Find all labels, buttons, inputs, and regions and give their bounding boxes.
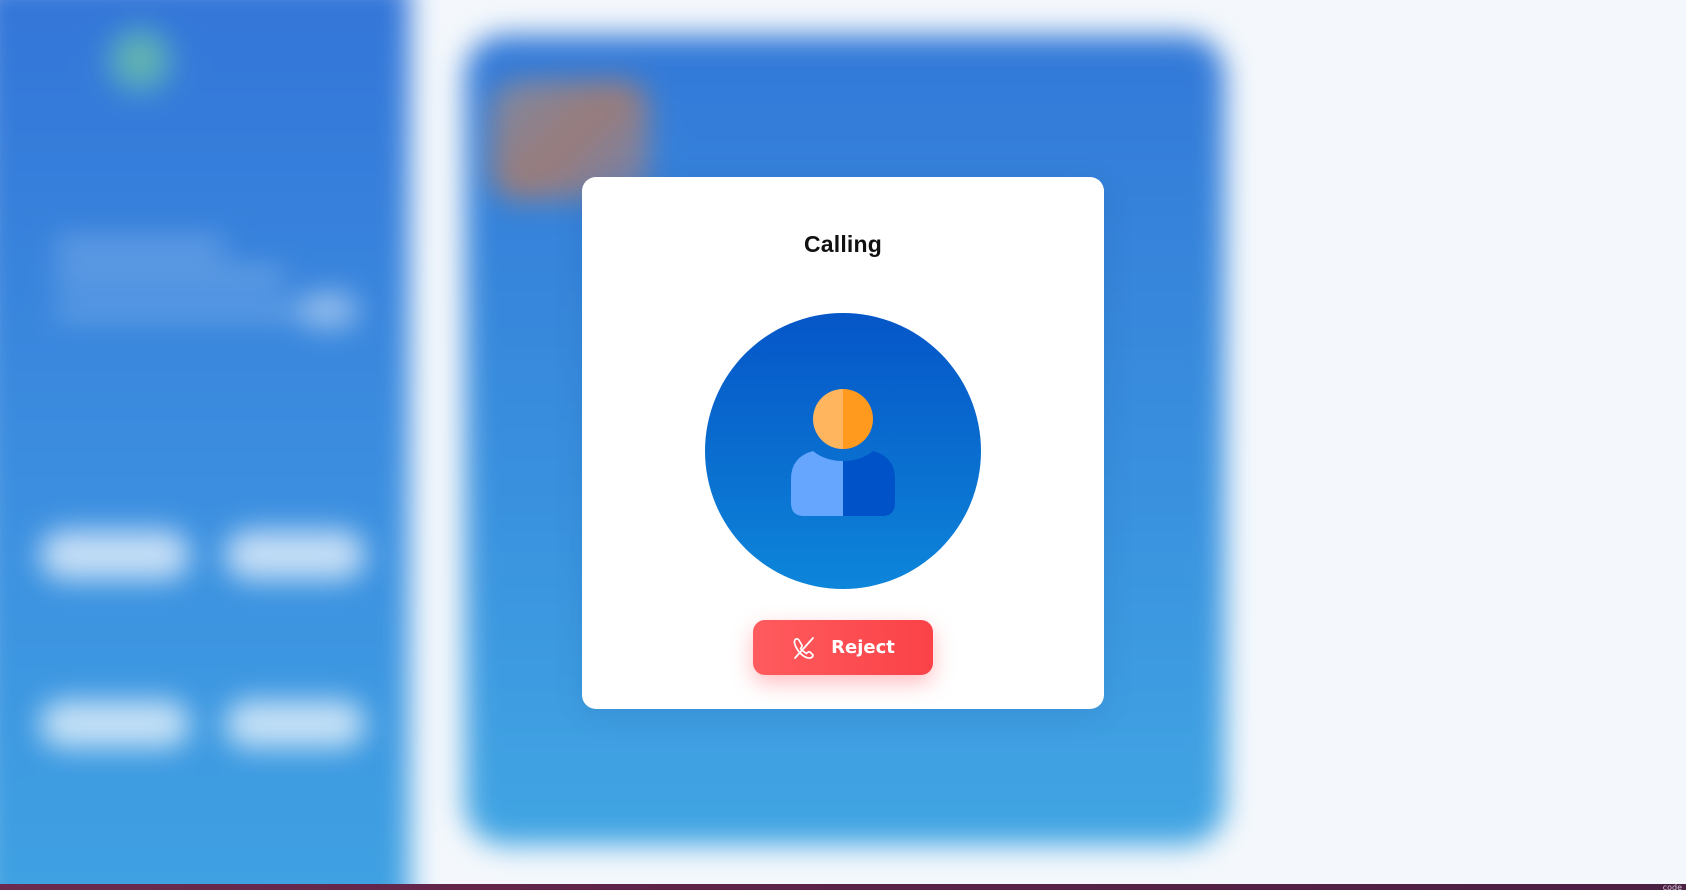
phone-hangup-icon	[791, 635, 817, 661]
dialog-title: Calling	[803, 231, 883, 257]
user-icon	[791, 389, 895, 516]
modal-overlay: Calling Reject	[0, 0, 1686, 884]
caller-avatar	[705, 313, 981, 589]
calling-dialog: Calling Reject	[582, 177, 1104, 709]
reject-button[interactable]: Reject	[753, 620, 933, 675]
taskbar-text: code	[1662, 883, 1682, 890]
reject-button-label: Reject	[831, 637, 895, 658]
taskbar-strip	[0, 884, 1686, 890]
